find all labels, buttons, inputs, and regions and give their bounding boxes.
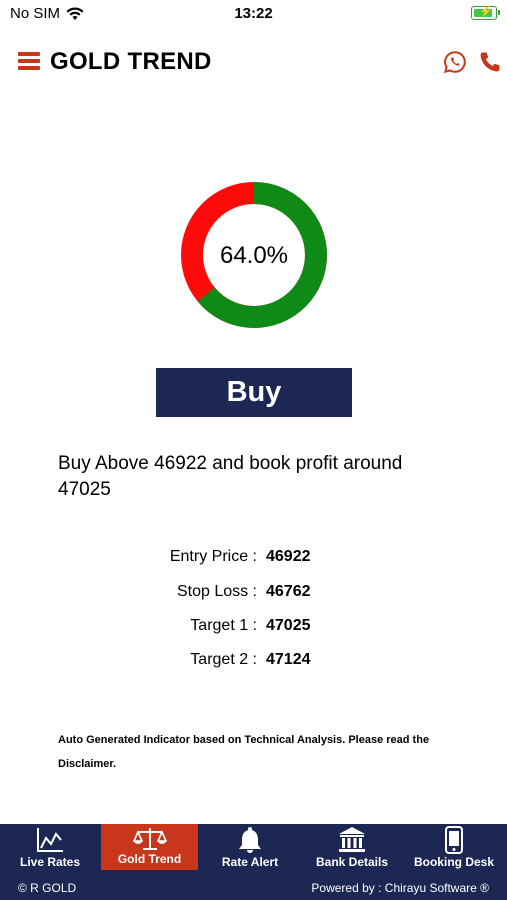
bottom-bar: Live Rates Gold Trend Rate Alert Bank De… xyxy=(0,824,507,900)
disclaimer-note[interactable]: Auto Generated Indicator based on Techni… xyxy=(58,728,468,776)
nav-label: Rate Alert xyxy=(221,855,279,869)
copyright-text: © R GOLD xyxy=(18,881,77,895)
nav-label: Booking Desk xyxy=(413,855,494,869)
phone-icon[interactable] xyxy=(478,50,502,74)
level-label: Stop Loss : xyxy=(176,583,257,600)
nav-label: Gold Trend xyxy=(117,852,182,866)
bank-icon xyxy=(339,827,365,852)
level-value: 47124 xyxy=(266,651,311,668)
trend-message: Buy Above 46922 and book profit around 4… xyxy=(58,453,403,500)
page-title: GOLD TREND xyxy=(50,48,212,75)
bottom-nav: Live Rates Gold Trend Rate Alert Bank De… xyxy=(0,824,507,874)
bell-icon xyxy=(239,827,261,853)
trend-gauge: 64.0% xyxy=(179,180,329,330)
level-value: 47025 xyxy=(266,617,311,634)
status-bar: No SIM 13:22 ⚡ xyxy=(0,0,507,28)
nav-rate-alert[interactable]: Rate Alert xyxy=(200,824,300,870)
line-chart-icon xyxy=(37,828,63,852)
battery-charging-icon: ⚡ xyxy=(471,6,500,20)
powered-by-text: Powered by : Chirayu Software ® xyxy=(311,881,489,895)
level-row-stop-loss: Stop Loss : 46762 xyxy=(0,583,507,607)
nav-gold-trend[interactable]: Gold Trend xyxy=(101,824,198,870)
nav-label: Bank Details xyxy=(315,855,389,869)
hamburger-menu-icon[interactable] xyxy=(18,52,40,70)
gauge-percent-label: 64.0% xyxy=(219,242,289,269)
signal-badge: Buy xyxy=(156,368,352,417)
nav-booking-desk[interactable]: Booking Desk xyxy=(403,824,505,870)
mobile-phone-icon xyxy=(445,826,463,854)
nav-bank-details[interactable]: Bank Details xyxy=(302,824,402,870)
level-row-target-2: Target 2 : 47124 xyxy=(0,651,507,675)
level-label: Entry Price : xyxy=(169,548,257,565)
nav-live-rates[interactable]: Live Rates xyxy=(0,824,100,870)
level-label: Target 2 : xyxy=(190,651,257,668)
level-label: Target 1 : xyxy=(190,617,257,634)
nav-label: Live Rates xyxy=(19,855,81,869)
level-row-target-1: Target 1 : 47025 xyxy=(0,617,507,641)
status-time: 13:22 xyxy=(234,5,273,22)
level-value: 46922 xyxy=(266,548,311,565)
app-header: GOLD TREND xyxy=(0,40,507,85)
level-value: 46762 xyxy=(266,583,311,600)
whatsapp-icon[interactable] xyxy=(443,50,467,74)
level-row-entry: Entry Price : 46922 xyxy=(0,548,507,572)
scales-icon xyxy=(132,828,167,850)
